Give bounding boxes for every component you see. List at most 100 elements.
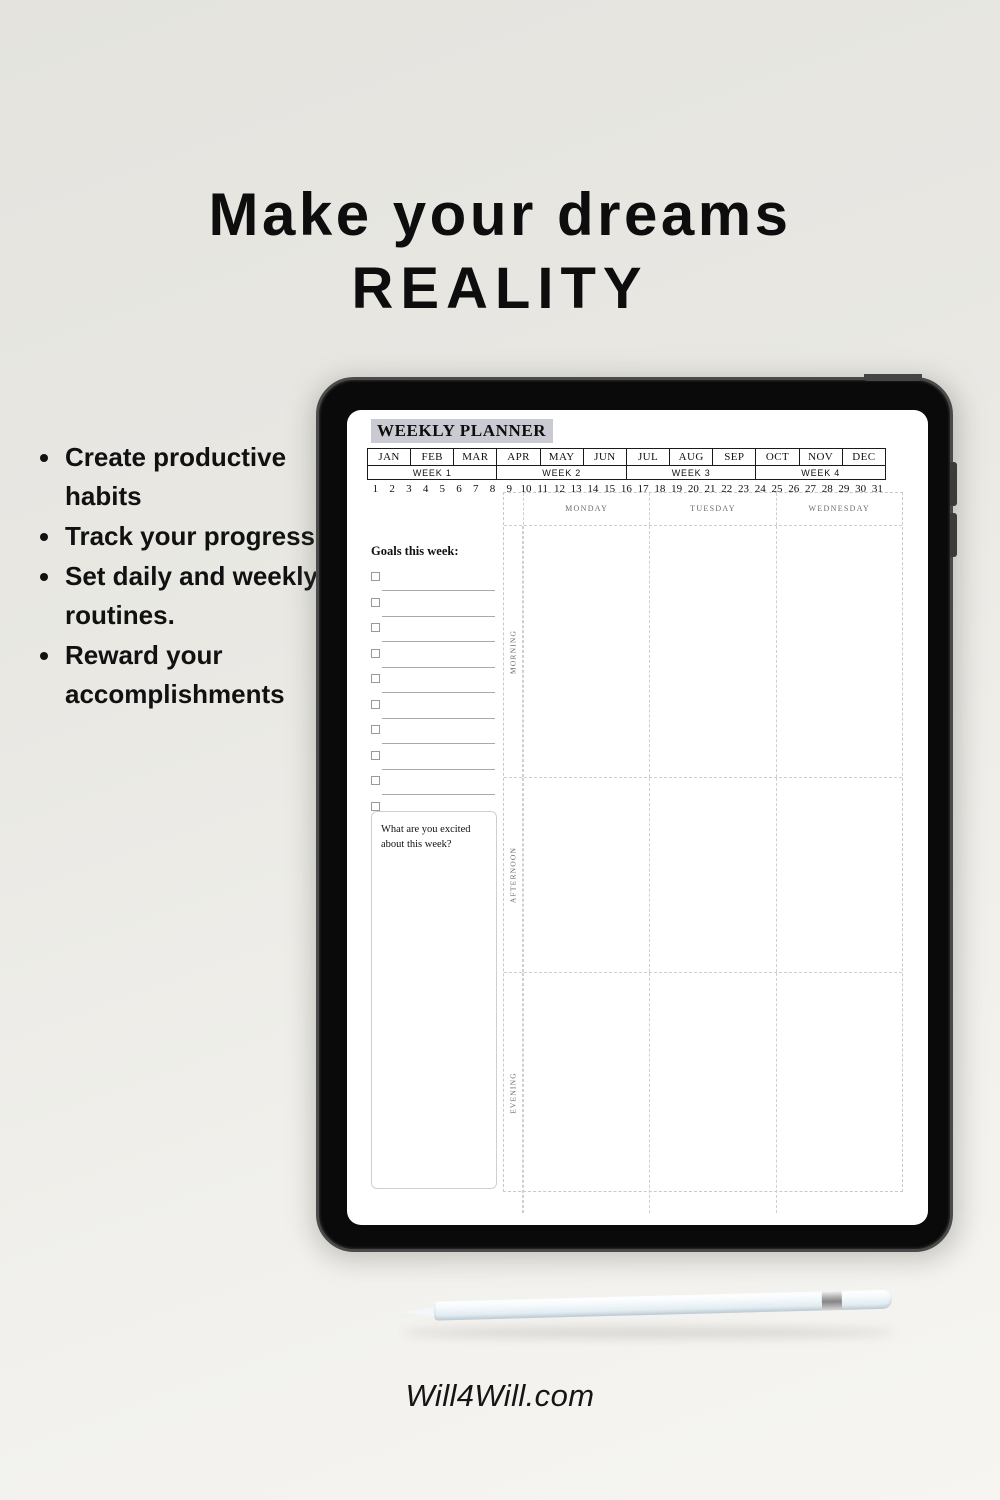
time-block-label-afternoon: AFTERNOON	[504, 778, 523, 972]
day-number[interactable]: 6	[451, 483, 468, 495]
day-number[interactable]: 7	[467, 483, 484, 495]
time-block-label-text: MORNING	[508, 629, 518, 674]
reflection-prompt-text: What are you excited about this week?	[381, 824, 471, 850]
time-block-label-evening: EVENING	[504, 973, 523, 1213]
schedule-cell-tuesday-afternoon[interactable]	[649, 778, 775, 972]
day-column-header-wednesday: WEDNESDAY	[775, 493, 902, 525]
headline-line-1: Make your dreams	[208, 181, 792, 248]
month-cell[interactable]: APR	[496, 448, 541, 466]
goal-writing-line[interactable]	[382, 768, 495, 770]
time-label-spacer	[504, 493, 523, 525]
day-number[interactable]: 4	[417, 483, 434, 495]
goal-item[interactable]	[371, 623, 498, 649]
tablet-device: WEEKLY PLANNER JAN FEB MAR APR MAY JUN J…	[316, 374, 957, 1252]
goal-checkbox[interactable]	[371, 725, 380, 734]
day-number[interactable]: 2	[384, 483, 401, 495]
goal-checkbox[interactable]	[371, 776, 380, 785]
tablet-screen[interactable]: WEEKLY PLANNER JAN FEB MAR APR MAY JUN J…	[347, 410, 928, 1225]
goal-writing-line[interactable]	[382, 743, 495, 744]
schedule-cell-tuesday-morning[interactable]	[649, 526, 775, 777]
week-cell[interactable]: WEEK 4	[755, 465, 886, 480]
goal-checkbox[interactable]	[371, 699, 380, 709]
day-number[interactable]: 1	[367, 483, 384, 495]
goal-writing-line[interactable]	[382, 641, 495, 642]
month-cell[interactable]: DEC	[841, 448, 887, 466]
month-cell[interactable]: JAN	[366, 448, 412, 466]
time-block-row-morning: MORNING	[504, 526, 902, 778]
week-row: WEEK 1 WEEK 2 WEEK 3 WEEK 4	[366, 465, 886, 480]
schedule-cell-tuesday-evening[interactable]	[649, 973, 775, 1213]
time-block-label-morning: MORNING	[504, 526, 523, 777]
goal-item[interactable]	[371, 725, 498, 751]
month-cell[interactable]: NOV	[798, 448, 843, 466]
list-item: Set daily and weekly routines.	[34, 557, 334, 635]
goal-checkbox[interactable]	[371, 572, 380, 581]
goals-heading: Goals this week:	[371, 544, 459, 558]
day-number[interactable]: 3	[400, 483, 417, 495]
goal-checkbox[interactable]	[371, 597, 380, 607]
day-number[interactable]: 8	[484, 483, 501, 495]
page-title: WEEKLY PLANNER	[371, 419, 554, 443]
reflection-prompt-box[interactable]: What are you excited about this week?	[371, 811, 497, 1189]
page-headline: Make your dreams REALITY	[0, 178, 1000, 326]
day-number[interactable]: 5	[434, 483, 451, 495]
schedule-cell-wednesday-afternoon[interactable]	[775, 778, 902, 972]
schedule-cell-wednesday-morning[interactable]	[775, 526, 902, 777]
stylus-tip	[401, 1306, 437, 1318]
volume-up-button[interactable]	[950, 462, 957, 506]
time-block-row-evening: EVENING	[504, 973, 902, 1213]
goal-checkbox[interactable]	[371, 674, 380, 683]
stylus-metal-band	[821, 1290, 843, 1311]
schedule-cell-monday-afternoon[interactable]	[523, 778, 649, 972]
week-cell[interactable]: WEEK 3	[625, 465, 757, 480]
schedule-cell-wednesday-evening[interactable]	[775, 973, 902, 1213]
goal-writing-line[interactable]	[382, 717, 495, 719]
goal-checkbox[interactable]	[371, 801, 380, 811]
goal-item[interactable]	[371, 674, 498, 700]
month-cell[interactable]: OCT	[755, 448, 800, 466]
schedule-cell-monday-morning[interactable]	[523, 526, 649, 777]
goals-column: Goals this week: What are you excited ab…	[371, 504, 498, 1189]
goal-item[interactable]	[371, 648, 498, 675]
time-block-label-text: EVENING	[508, 1072, 518, 1114]
goal-writing-line[interactable]	[382, 692, 495, 693]
month-cell[interactable]: JUL	[625, 448, 671, 466]
goal-item[interactable]	[371, 597, 498, 624]
feature-bullet-list: Create productive habits Track your prog…	[34, 438, 334, 715]
stylus	[401, 1286, 893, 1329]
goal-checkbox[interactable]	[371, 750, 380, 760]
power-button[interactable]	[864, 374, 922, 381]
goal-writing-line[interactable]	[382, 615, 495, 617]
month-cell[interactable]: JUN	[582, 448, 627, 466]
goal-item[interactable]	[371, 572, 498, 598]
footer-website: Will4Will.com	[405, 1378, 595, 1413]
list-item: Reward your accomplishments	[34, 636, 334, 714]
list-item: Track your progress	[34, 517, 334, 556]
goal-checkbox[interactable]	[371, 623, 380, 632]
month-week-table: JAN FEB MAR APR MAY JUN JUL AUG SEP OCT …	[366, 448, 887, 480]
week-cell[interactable]: WEEK 1	[366, 465, 498, 480]
list-item: Create productive habits	[34, 438, 334, 516]
time-block-row-afternoon: AFTERNOON	[504, 778, 902, 973]
planner-body: Goals this week: What are you excited ab…	[367, 492, 912, 1219]
goal-writing-line[interactable]	[382, 590, 495, 591]
schedule-cell-monday-evening[interactable]	[523, 973, 649, 1213]
stylus-shadow	[404, 1327, 894, 1338]
month-cell[interactable]: MAR	[453, 448, 498, 466]
day-column-header-tuesday: TUESDAY	[649, 493, 775, 525]
goal-writing-line[interactable]	[382, 794, 495, 795]
goal-item[interactable]	[371, 776, 498, 802]
month-cell[interactable]: FEB	[410, 448, 455, 466]
time-block-label-text: AFTERNOON	[508, 846, 518, 904]
month-cell[interactable]: SEP	[712, 448, 757, 466]
month-cell[interactable]: AUG	[669, 448, 714, 466]
goal-item[interactable]	[371, 699, 498, 726]
goal-item[interactable]	[371, 750, 498, 777]
goal-checkbox[interactable]	[371, 648, 380, 658]
month-cell[interactable]: MAY	[539, 448, 584, 466]
volume-down-button[interactable]	[950, 513, 957, 557]
goal-writing-line[interactable]	[382, 666, 495, 668]
weekly-schedule-grid: MONDAY TUESDAY WEDNESDAY MORNING AFTERNO…	[503, 492, 903, 1213]
weekly-planner-page: WEEKLY PLANNER JAN FEB MAR APR MAY JUN J…	[366, 419, 912, 1219]
week-cell[interactable]: WEEK 2	[496, 465, 627, 480]
